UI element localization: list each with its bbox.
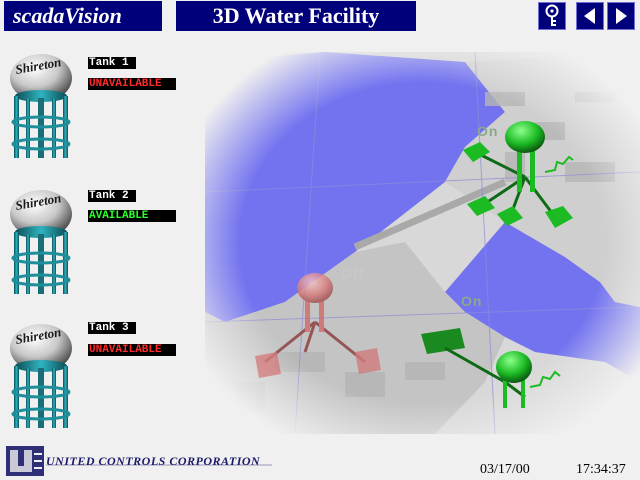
triangle-left-icon bbox=[584, 8, 595, 24]
forward-button[interactable] bbox=[607, 2, 635, 30]
tank-1-name: Tank 1 bbox=[88, 57, 136, 69]
triangle-right-icon bbox=[616, 8, 627, 24]
page-title: 3D Water Facility bbox=[176, 1, 416, 31]
tank-1-on-label: On bbox=[477, 123, 498, 139]
tank-2-name: Tank 2 bbox=[88, 190, 136, 202]
tank-3-status: UNAVAILABLE bbox=[88, 344, 176, 356]
tank-2-status: AVAILABLE bbox=[88, 210, 176, 222]
key-icon bbox=[545, 4, 559, 26]
company-name: UNITED CONTROLS CORPORATION bbox=[46, 454, 261, 468]
tank-1-status: UNAVAILABLE bbox=[88, 78, 176, 90]
time-display: 17:34:37 bbox=[576, 462, 626, 477]
date-display: 03/17/00 bbox=[480, 462, 530, 477]
tank-3-name: Tank 3 bbox=[88, 322, 136, 334]
water-tower-icon[interactable]: Shireton bbox=[6, 184, 76, 296]
back-button[interactable] bbox=[576, 2, 604, 30]
app-brand: scadaVision bbox=[4, 1, 162, 31]
facility-map[interactable]: On On Off bbox=[205, 52, 640, 434]
tank-3-off-label: Off bbox=[341, 265, 364, 281]
tank-2-on-label: On bbox=[461, 293, 482, 309]
key-button[interactable] bbox=[538, 2, 566, 30]
water-tower-icon[interactable]: Shireton bbox=[6, 48, 76, 160]
water-tower-icon[interactable]: Shireton bbox=[6, 318, 76, 430]
